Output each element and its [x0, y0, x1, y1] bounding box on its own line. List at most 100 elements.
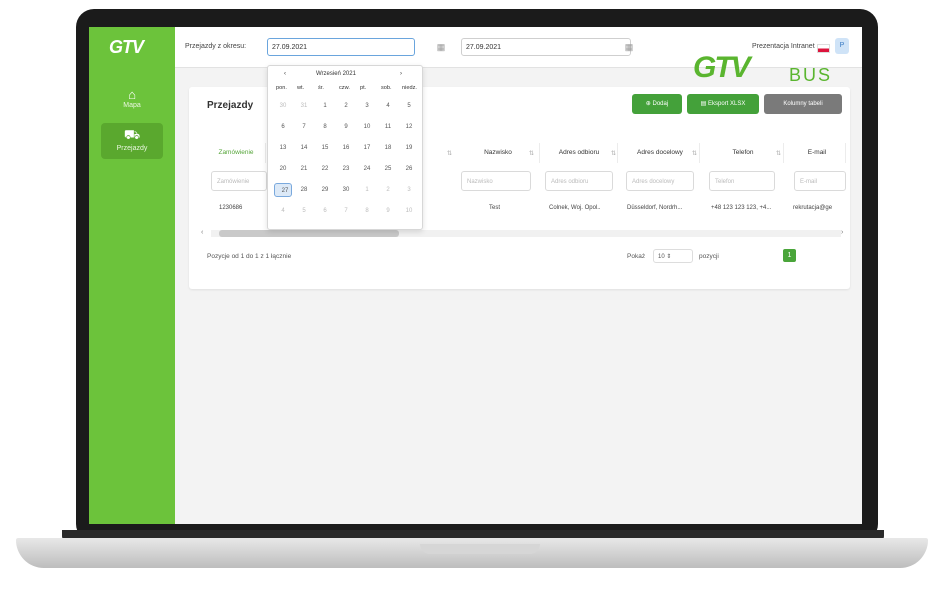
calendar-day[interactable]: 1 — [358, 183, 376, 197]
calendar-day[interactable]: 30 — [274, 99, 292, 113]
calendar-day[interactable]: 23 — [337, 162, 355, 176]
calendar-day[interactable]: 15 — [316, 141, 334, 155]
scroll-right-icon[interactable]: › — [841, 229, 843, 236]
export-xlsx-button[interactable]: ▤ Eksport XLSX — [687, 94, 759, 114]
cell-surname: Test — [489, 205, 501, 211]
app-screen: GTV ⌂ Mapa ⛟ Przejazdy Przejazdy z okres… — [89, 27, 862, 524]
calendar-day[interactable]: 10 — [358, 120, 376, 134]
calendar-day[interactable]: 17 — [358, 141, 376, 155]
filter-pickup-input[interactable]: Adres odbioru — [545, 171, 613, 191]
user-name[interactable]: Prezentacja Intranet — [752, 43, 815, 50]
calendar-day[interactable]: 21 — [295, 162, 313, 176]
calendar-day[interactable]: 16 — [337, 141, 355, 155]
calendar-day[interactable]: 2 — [379, 183, 397, 197]
filter-order-input[interactable]: Zamówienie — [211, 171, 267, 191]
calendar-day[interactable]: 12 — [400, 120, 418, 134]
weekday-label: czw. — [339, 85, 350, 91]
avatar[interactable]: P — [835, 38, 849, 54]
col-header-email[interactable]: E-mail — [789, 143, 846, 163]
scrollbar-thumb[interactable] — [219, 230, 399, 237]
calendar-day[interactable]: 7 — [337, 204, 355, 218]
calendar-day[interactable]: 24 — [358, 162, 376, 176]
col-header-order[interactable]: Zamówienie — [207, 143, 266, 163]
bus-icon: ⛟ — [123, 127, 141, 142]
calendar-day[interactable]: 8 — [358, 204, 376, 218]
prev-month-icon[interactable]: ‹ — [284, 71, 286, 77]
filter-dest-input[interactable]: Adres docelowy — [626, 171, 694, 191]
sort-icon[interactable]: ⇅ — [529, 150, 534, 157]
add-button[interactable]: ⊕ Dodaj — [632, 94, 682, 114]
calendar-day[interactable]: 25 — [379, 162, 397, 176]
col-header-pickup[interactable]: Adres odbioru — [541, 143, 618, 163]
calendar-day[interactable]: 26 — [400, 162, 418, 176]
scroll-left-icon[interactable]: ‹ — [201, 229, 203, 236]
calendar-day[interactable]: 7 — [295, 120, 313, 134]
pagination-page-1[interactable]: 1 — [783, 249, 796, 262]
sidebar-item-label: Przejazdy — [116, 145, 148, 152]
weekday-label: śr. — [318, 85, 324, 91]
filter-phone-input[interactable]: Telefon — [709, 171, 775, 191]
filter-surname-input[interactable]: Nazwisko — [461, 171, 531, 191]
calendar-day[interactable]: 1 — [316, 99, 334, 113]
cell-order: 1230686 — [219, 205, 243, 211]
calendar-day[interactable]: 4 — [274, 204, 292, 218]
sidebar-item-map[interactable]: ⌂ Mapa — [101, 83, 163, 119]
per-page-select[interactable]: 10 ⇕ — [653, 249, 693, 263]
calendar-day[interactable]: 10 — [400, 204, 418, 218]
calendar-day[interactable]: 31 — [295, 99, 313, 113]
calendar-day[interactable]: 18 — [379, 141, 397, 155]
calendar-day[interactable]: 2 — [337, 99, 355, 113]
calendar-day[interactable]: 9 — [337, 120, 355, 134]
sidebar-item-trips[interactable]: ⛟ Przejazdy — [101, 123, 163, 159]
cell-pickup: Colnek, Woj. Opol.. — [549, 205, 601, 211]
datepicker-popup: ‹ Wrzesień 2021 › pon. wt. śr. czw. pt. sob. n… — [267, 65, 423, 230]
calendar-day[interactable]: 6 — [316, 204, 334, 218]
calendar-day[interactable]: 30 — [337, 183, 355, 197]
calendar-icon[interactable]: ▦ — [621, 38, 637, 56]
col-header-phone[interactable]: Telefon — [703, 143, 784, 163]
sort-icon[interactable]: ⇅ — [692, 150, 697, 157]
brand-bus-text: BUS — [789, 65, 833, 85]
col-header-surname[interactable]: Nazwisko — [457, 143, 540, 163]
calendar-icon[interactable]: ▦ — [433, 38, 449, 56]
home-icon: ⌂ — [128, 87, 136, 102]
flag-icon[interactable] — [817, 44, 830, 53]
calendar-day[interactable]: 9 — [379, 204, 397, 218]
calendar-day[interactable]: 5 — [295, 204, 313, 218]
calendar-day[interactable]: 4 — [379, 99, 397, 113]
sort-icon[interactable]: ⇅ — [611, 150, 616, 157]
calendar-day[interactable]: 19 — [400, 141, 418, 155]
calendar-day[interactable]: 3 — [400, 183, 418, 197]
sort-icon[interactable]: ⇅ — [447, 150, 452, 157]
calendar-day[interactable]: 3 — [358, 99, 376, 113]
calendar-day[interactable]: 5 — [400, 99, 418, 113]
positions-label: pozycji — [699, 253, 719, 260]
date-to-input[interactable]: 27.09.2021 — [461, 38, 631, 56]
datepicker-month: Wrzesień 2021 — [316, 71, 356, 77]
col-header-dest[interactable]: Adres docelowy — [621, 143, 700, 163]
calendar-day[interactable]: 27 — [274, 183, 292, 197]
calendar-day[interactable]: 14 — [295, 141, 313, 155]
calendar-day[interactable]: 20 — [274, 162, 292, 176]
app-logo: GTV — [109, 37, 144, 57]
laptop-notch — [420, 544, 540, 554]
date-from-input[interactable]: 27.09.2021 — [267, 38, 415, 56]
horizontal-scrollbar[interactable] — [211, 230, 841, 237]
next-month-icon[interactable]: › — [400, 71, 402, 77]
calendar-day[interactable]: 28 — [295, 183, 313, 197]
sidebar: GTV ⌂ Mapa ⛟ Przejazdy — [89, 27, 175, 524]
table-columns-button[interactable]: Kolumny tabeli — [764, 94, 842, 114]
weekday-label: sob. — [381, 85, 392, 91]
calendar-day[interactable]: 8 — [316, 120, 334, 134]
calendar-day[interactable]: 29 — [316, 183, 334, 197]
filter-email-input[interactable]: E-mail — [794, 171, 846, 191]
weekday-label: pon. — [276, 85, 287, 91]
calendar-day[interactable]: 22 — [316, 162, 334, 176]
show-label: Pokaż — [627, 253, 646, 260]
calendar-day[interactable]: 6 — [274, 120, 292, 134]
calendar-day[interactable]: 11 — [379, 120, 397, 134]
sort-icon[interactable]: ⇅ — [776, 150, 781, 157]
calendar-day[interactable]: 13 — [274, 141, 292, 155]
pagination-info: Pozycje od 1 do 1 z 1 łącznie — [207, 253, 292, 260]
cell-email: rekrutacja@ge — [793, 205, 833, 211]
